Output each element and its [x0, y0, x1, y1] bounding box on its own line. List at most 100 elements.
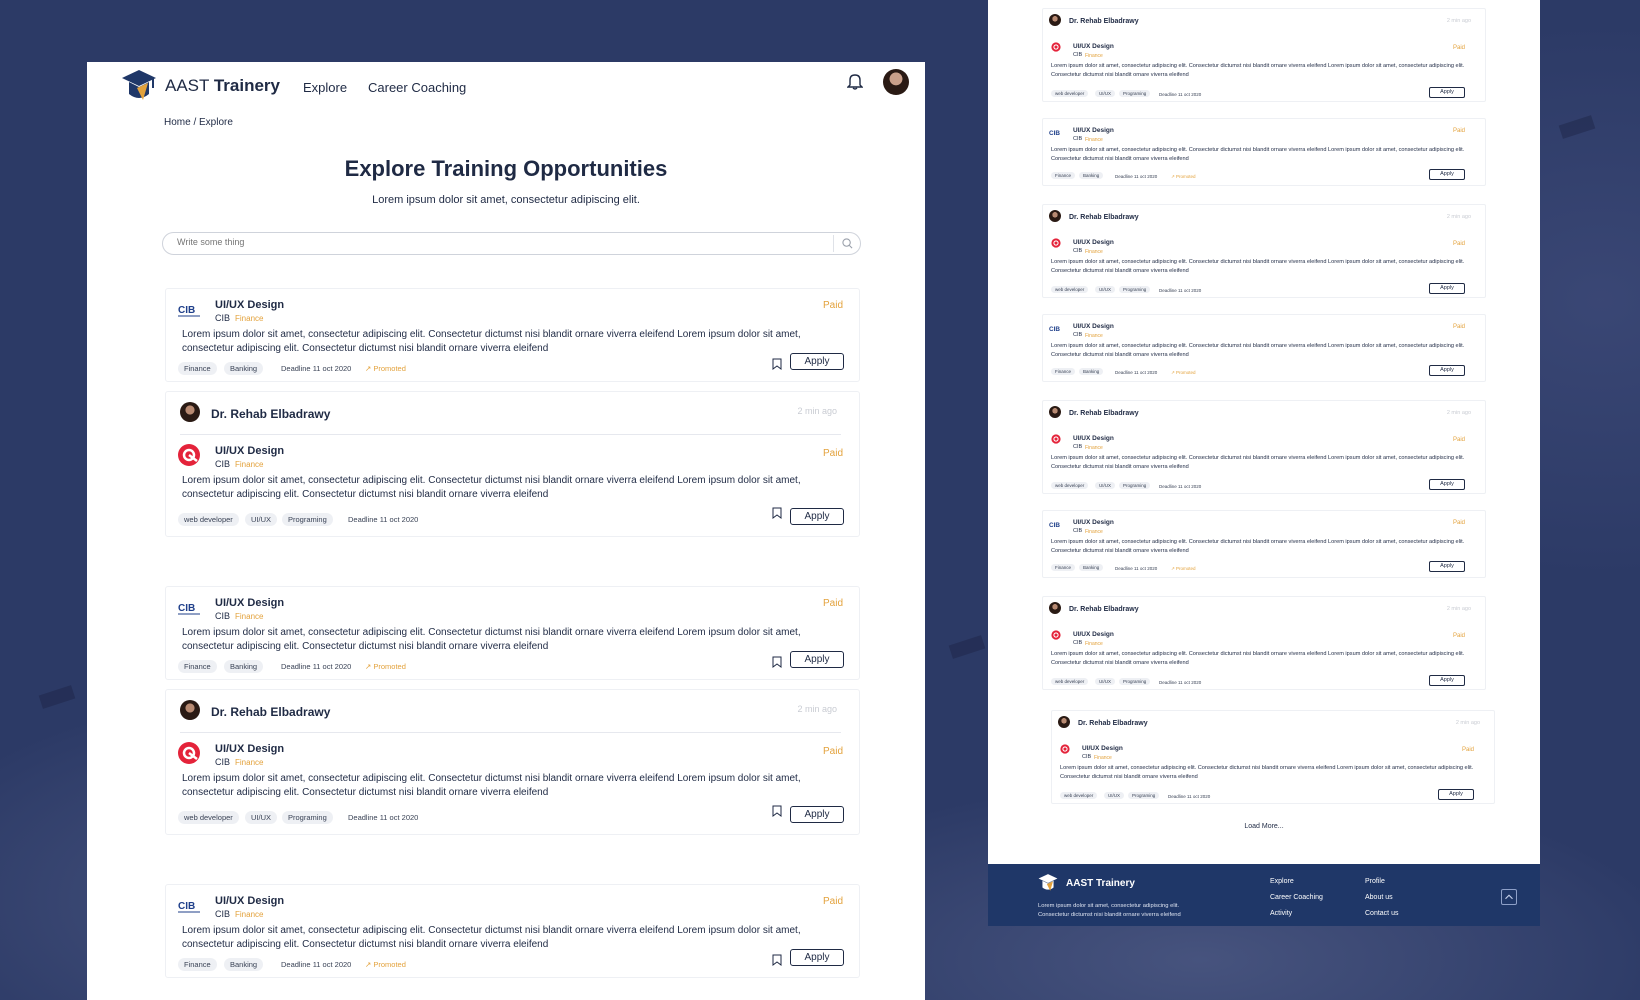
breadcrumb[interactable]: Home / Explore [164, 117, 233, 128]
job-title[interactable]: UI/UX Design [1073, 323, 1114, 330]
tag-chip[interactable]: Banking [1079, 172, 1104, 179]
brand-name[interactable]: AAST Trainery [165, 76, 280, 96]
tag-chip[interactable]: Finance [1051, 368, 1076, 375]
apply-button[interactable]: Apply [790, 806, 844, 823]
tag-chip[interactable]: web developer [178, 513, 239, 526]
apply-button[interactable]: Apply [790, 353, 844, 370]
poster-avatar[interactable] [1058, 716, 1070, 728]
bookmark-icon[interactable] [772, 954, 782, 966]
job-title[interactable]: UI/UX Design [1073, 239, 1114, 246]
tag-chip[interactable]: UI/UX [1095, 286, 1116, 293]
footer-link-activity[interactable]: Activity [1270, 910, 1292, 917]
opportunity-card[interactable]: CIB UI/UX Design CIB Finance Paid Lorem … [1042, 118, 1486, 186]
tag-chip[interactable]: Finance [178, 660, 217, 673]
tag-chip[interactable]: Programing [282, 513, 333, 526]
tag-chip[interactable]: Programing [1119, 678, 1151, 685]
tag-chip[interactable]: Finance [1051, 172, 1076, 179]
tag-chip[interactable]: Programing [1119, 482, 1151, 489]
job-title[interactable]: UI/UX Design [215, 445, 284, 457]
bookmark-icon[interactable] [772, 805, 782, 817]
apply-button[interactable]: Apply [790, 508, 844, 525]
post-card[interactable]: Dr. Rehab Elbadrawy 2 min ago UI/UX Desi… [1042, 204, 1486, 298]
job-title[interactable]: UI/UX Design [1073, 127, 1114, 134]
tag-chip[interactable]: Banking [1079, 564, 1104, 571]
poster-name[interactable]: Dr. Rehab Elbadrawy [1069, 410, 1139, 417]
post-card[interactable]: Dr. Rehab Elbadrawy 2 min ago UI/UX Desi… [1051, 710, 1495, 804]
poster-avatar[interactable] [1049, 406, 1061, 418]
opportunity-card[interactable]: CIB UI/UX Design CIB Finance Paid Lorem … [165, 884, 860, 978]
apply-button[interactable]: Apply [1429, 87, 1465, 98]
opportunity-card[interactable]: CIB UI/UX Design CIB Finance Paid Lorem … [1042, 510, 1486, 578]
job-title[interactable]: UI/UX Design [1073, 43, 1114, 50]
poster-name[interactable]: Dr. Rehab Elbadrawy [1069, 606, 1139, 613]
job-title[interactable]: UI/UX Design [1073, 631, 1114, 638]
post-card[interactable]: Dr. Rehab Elbadrawy 2 min ago UI/UX Desi… [1042, 596, 1486, 690]
poster-avatar[interactable] [180, 402, 200, 422]
tag-chip[interactable]: Programing [1119, 286, 1151, 293]
opportunity-card[interactable]: CIB UI/UX Design CIB Finance Paid Lorem … [165, 288, 860, 382]
apply-button[interactable]: Apply [1438, 789, 1474, 800]
apply-button[interactable]: Apply [1429, 365, 1465, 376]
logo-icon[interactable] [1038, 873, 1058, 893]
apply-button[interactable]: Apply [1429, 283, 1465, 294]
poster-name[interactable]: Dr. Rehab Elbadrawy [211, 705, 330, 719]
poster-avatar[interactable] [180, 700, 200, 720]
tag-chip[interactable]: Banking [1079, 368, 1104, 375]
footer-link-about[interactable]: About us [1365, 894, 1393, 901]
nav-explore[interactable]: Explore [303, 80, 347, 95]
opportunity-card[interactable]: CIB UI/UX Design CIB Finance Paid Lorem … [165, 586, 860, 680]
tag-chip[interactable]: UI/UX [1095, 482, 1116, 489]
job-title[interactable]: UI/UX Design [215, 299, 284, 311]
poster-name[interactable]: Dr. Rehab Elbadrawy [1078, 720, 1148, 727]
tag-chip[interactable]: web developer [1051, 90, 1089, 97]
job-title[interactable]: UI/UX Design [1073, 519, 1114, 526]
tag-chip[interactable]: Finance [1051, 564, 1076, 571]
job-title[interactable]: UI/UX Design [215, 743, 284, 755]
poster-avatar[interactable] [1049, 602, 1061, 614]
bookmark-icon[interactable] [772, 507, 782, 519]
poster-avatar[interactable] [1049, 210, 1061, 222]
bell-icon[interactable] [847, 72, 863, 90]
post-card[interactable]: Dr. Rehab Elbadrawy 2 min ago UI/UX Desi… [165, 391, 860, 537]
tag-chip[interactable]: web developer [1051, 482, 1089, 489]
bookmark-icon[interactable] [772, 656, 782, 668]
user-avatar[interactable] [883, 69, 909, 95]
tag-chip[interactable]: Finance [178, 362, 217, 375]
tag-chip[interactable]: Banking [224, 958, 264, 971]
tag-chip[interactable]: UI/UX [245, 811, 278, 824]
tag-chip[interactable]: Programing [282, 811, 333, 824]
apply-button[interactable]: Apply [1429, 169, 1465, 180]
apply-button[interactable]: Apply [1429, 561, 1465, 572]
tag-chip[interactable]: web developer [1051, 286, 1089, 293]
job-title[interactable]: UI/UX Design [1073, 435, 1114, 442]
footer-link-contact[interactable]: Contact us [1365, 910, 1398, 917]
job-title[interactable]: UI/UX Design [215, 597, 284, 609]
search-input[interactable] [177, 237, 777, 247]
tag-chip[interactable]: Banking [224, 362, 264, 375]
footer-link-profile[interactable]: Profile [1365, 878, 1385, 885]
tag-chip[interactable]: web developer [1060, 792, 1098, 799]
poster-name[interactable]: Dr. Rehab Elbadrawy [211, 407, 330, 421]
apply-button[interactable]: Apply [790, 651, 844, 668]
tag-chip[interactable]: web developer [1051, 678, 1089, 685]
tag-chip[interactable]: UI/UX [1095, 678, 1116, 685]
scroll-top-button[interactable] [1501, 889, 1517, 905]
bookmark-icon[interactable] [772, 358, 782, 370]
footer-brand[interactable]: AAST Trainery [1066, 878, 1135, 889]
poster-avatar[interactable] [1049, 14, 1061, 26]
job-title[interactable]: UI/UX Design [215, 895, 284, 907]
search-icon[interactable] [842, 238, 853, 249]
tag-chip[interactable]: Programing [1119, 90, 1151, 97]
tag-chip[interactable]: UI/UX [1104, 792, 1125, 799]
logo-icon[interactable] [121, 68, 157, 104]
load-more-link[interactable]: Load More... [988, 823, 1540, 830]
apply-button[interactable]: Apply [790, 949, 844, 966]
tag-chip[interactable]: Banking [224, 660, 264, 673]
job-title[interactable]: UI/UX Design [1082, 745, 1123, 752]
post-card[interactable]: Dr. Rehab Elbadrawy 2 min ago UI/UX Desi… [165, 689, 860, 835]
tag-chip[interactable]: UI/UX [1095, 90, 1116, 97]
tag-chip[interactable]: UI/UX [245, 513, 278, 526]
apply-button[interactable]: Apply [1429, 675, 1465, 686]
tag-chip[interactable]: Finance [178, 958, 217, 971]
poster-name[interactable]: Dr. Rehab Elbadrawy [1069, 214, 1139, 221]
